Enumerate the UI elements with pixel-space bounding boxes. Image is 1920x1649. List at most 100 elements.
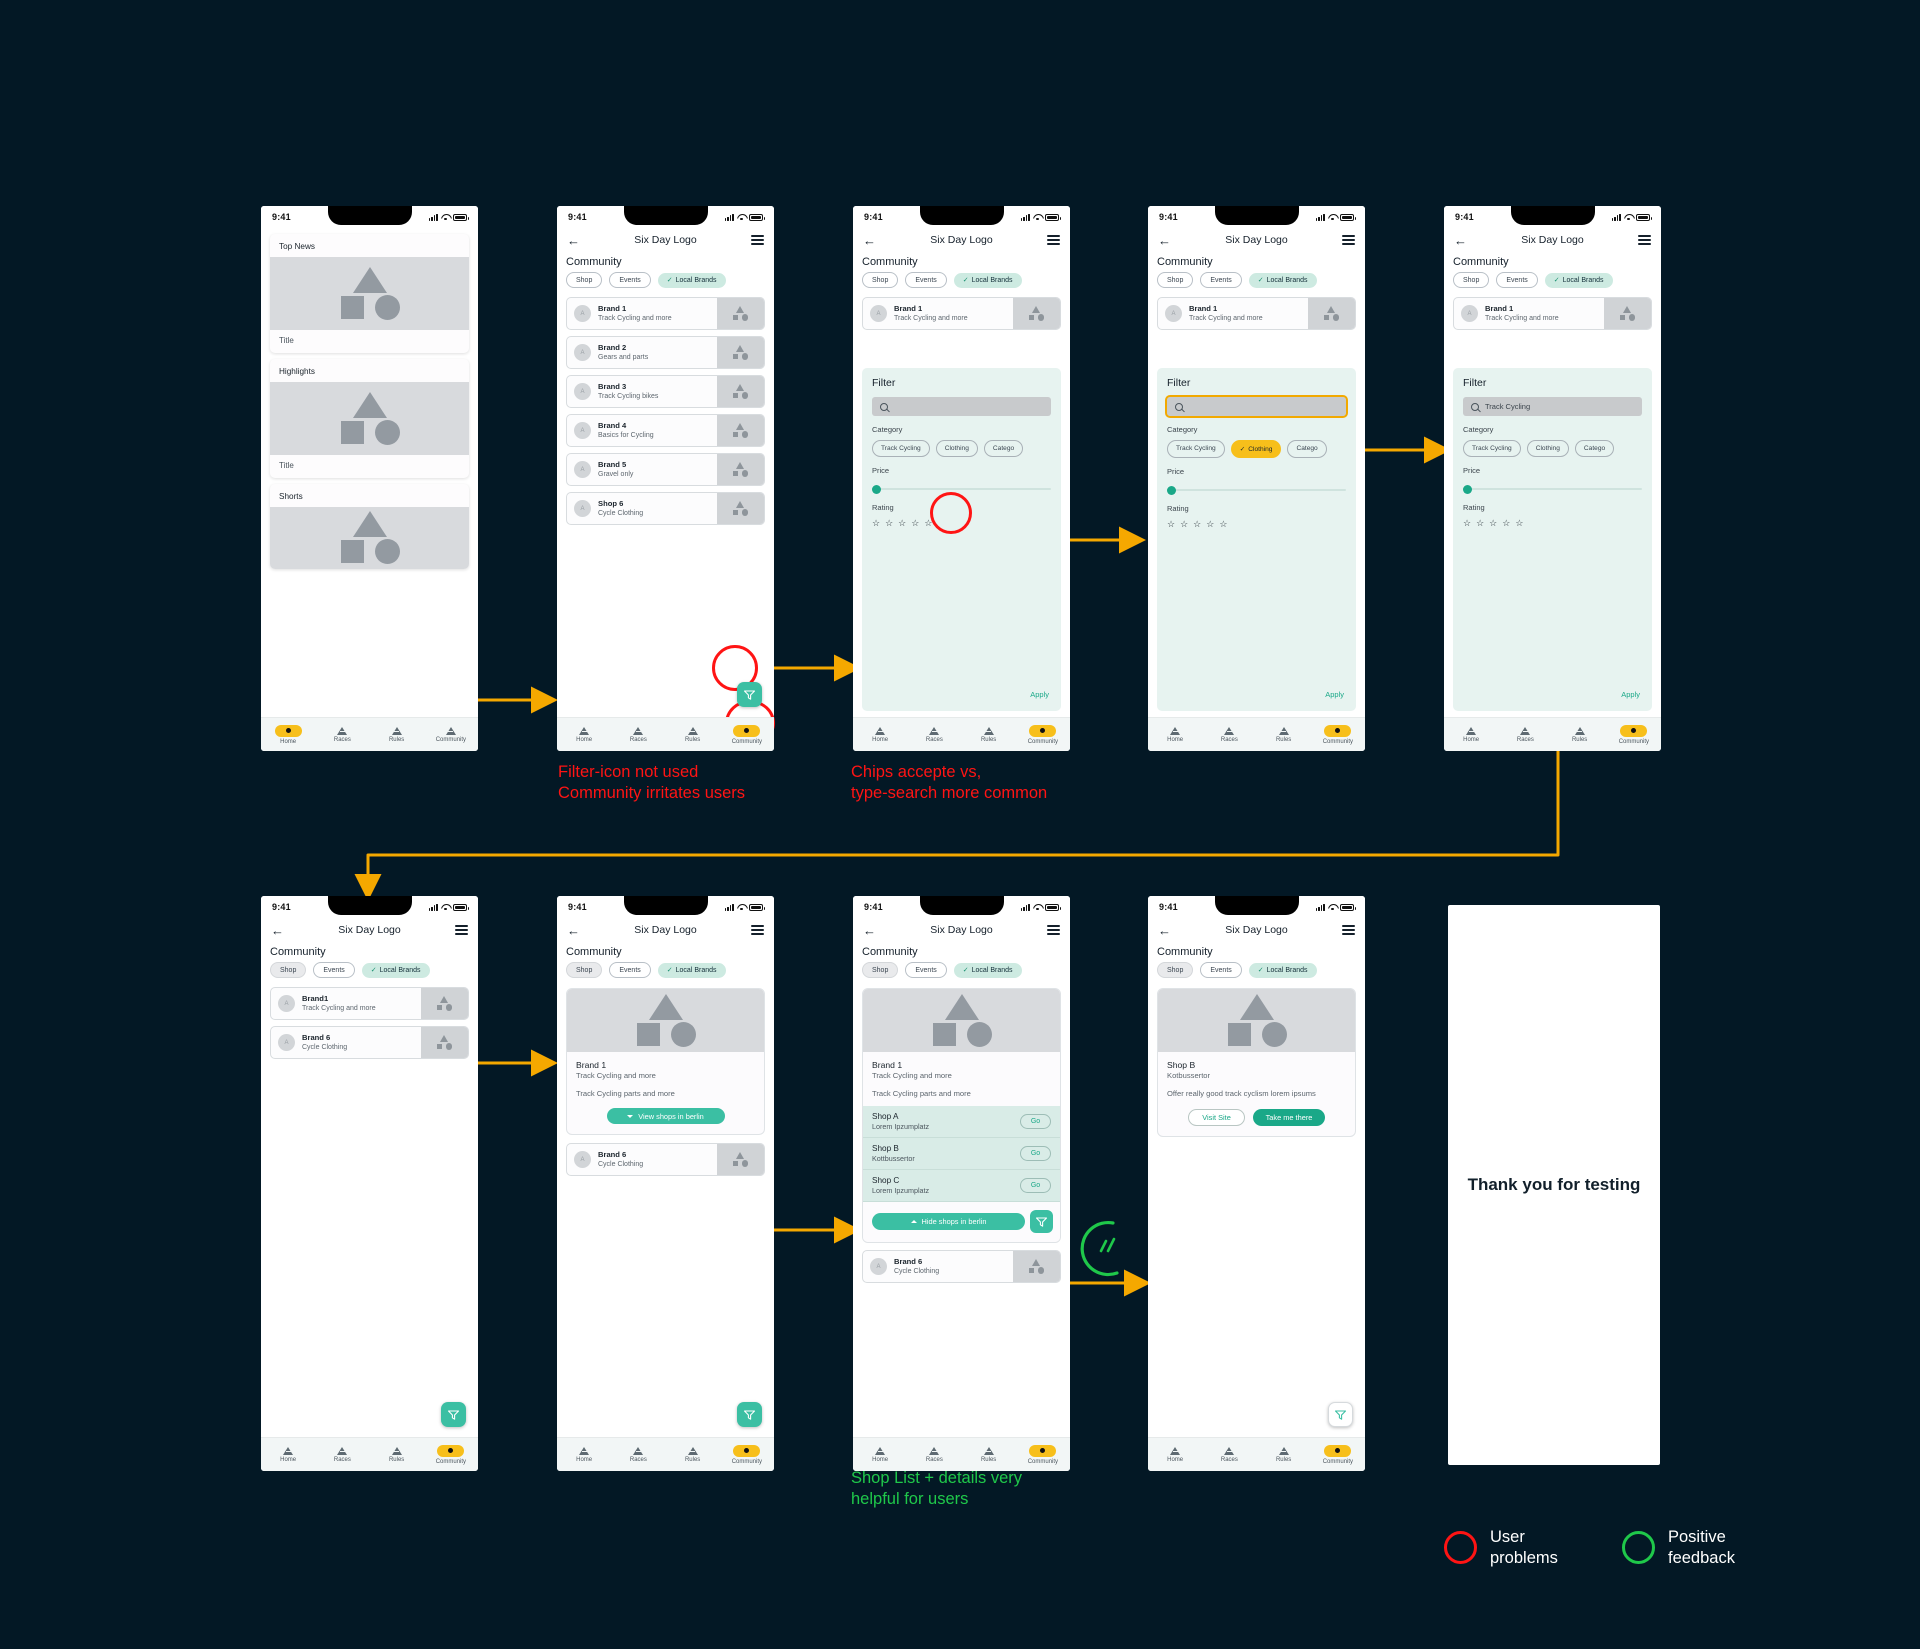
- tab-shop[interactable]: Shop: [1157, 962, 1194, 978]
- bottom-nav-item-rules[interactable]: Rules: [373, 1446, 421, 1463]
- tab-local-brands[interactable]: ✓ Local Brands: [1544, 272, 1613, 288]
- category-chip-clothing[interactable]: Clothing: [935, 440, 978, 457]
- tab-events[interactable]: Events: [1496, 272, 1538, 288]
- hamburger-icon[interactable]: [455, 925, 468, 935]
- filter-search-input[interactable]: [872, 397, 1051, 416]
- view-shops-button[interactable]: View shops in berlin: [606, 1108, 725, 1124]
- filter-search-input[interactable]: Track Cycling: [1463, 397, 1642, 416]
- tab-local-brands[interactable]: ✓ Local Brands: [1248, 962, 1317, 978]
- price-slider[interactable]: [1167, 485, 1346, 495]
- bottom-nav-item-home[interactable]: Home: [264, 724, 312, 745]
- back-arrow-icon[interactable]: ←: [1158, 924, 1171, 937]
- rating-stars[interactable]: ☆ ☆ ☆ ☆ ☆: [1463, 518, 1642, 529]
- bottom-nav-item-home[interactable]: Home: [1447, 726, 1495, 743]
- price-slider[interactable]: [1463, 484, 1642, 494]
- bottom-nav-item-rules[interactable]: Rules: [1260, 726, 1308, 743]
- back-arrow-icon[interactable]: ←: [1158, 234, 1171, 247]
- list-item[interactable]: A Brand 2 Gears and parts: [566, 336, 765, 369]
- tab-events[interactable]: Events: [609, 272, 651, 288]
- bottom-nav-item-races[interactable]: Races: [318, 1446, 366, 1463]
- bottom-nav-item-home[interactable]: Home: [856, 1446, 904, 1463]
- bottom-nav-item-races[interactable]: Races: [910, 1446, 958, 1463]
- back-arrow-icon[interactable]: ←: [1454, 234, 1467, 247]
- star-icon[interactable]: ☆: [1476, 518, 1484, 529]
- category-chip-clothing[interactable]: ✓ Clothing: [1230, 440, 1282, 458]
- tab-events[interactable]: Events: [609, 962, 651, 978]
- tab-events[interactable]: Events: [905, 272, 947, 288]
- category-chip-track-cycling[interactable]: Track Cycling: [872, 440, 930, 457]
- bottom-nav-item-rules[interactable]: Rules: [965, 726, 1013, 743]
- bottom-nav-item-races[interactable]: Races: [1205, 726, 1253, 743]
- filter-fab[interactable]: [441, 1402, 466, 1427]
- filter-fab[interactable]: [737, 1402, 762, 1427]
- star-icon[interactable]: ☆: [898, 518, 906, 529]
- star-icon[interactable]: ☆: [885, 518, 893, 529]
- list-item[interactable]: A Brand 1 Track Cycling and more: [1157, 297, 1356, 330]
- bottom-nav-item-home[interactable]: Home: [1151, 1446, 1199, 1463]
- bottom-nav-item-community[interactable]: Community: [427, 726, 475, 743]
- category-chip-track-cycling[interactable]: Track Cycling: [1463, 440, 1521, 457]
- bottom-nav-item-community[interactable]: Community: [427, 1444, 475, 1465]
- shop-go-button[interactable]: Go: [1020, 1146, 1051, 1161]
- star-icon[interactable]: ☆: [924, 518, 932, 529]
- tab-shop[interactable]: Shop: [1157, 272, 1194, 288]
- tab-local-brands[interactable]: ✓ Local Brands: [953, 962, 1022, 978]
- star-icon[interactable]: ☆: [1502, 518, 1510, 529]
- back-arrow-icon[interactable]: ←: [863, 924, 876, 937]
- bottom-nav-item-home[interactable]: Home: [264, 1446, 312, 1463]
- bottom-nav-item-rules[interactable]: Rules: [373, 726, 421, 743]
- back-arrow-icon[interactable]: ←: [567, 924, 580, 937]
- feed-card[interactable]: Highlights Title: [270, 359, 469, 478]
- star-icon[interactable]: ☆: [1219, 519, 1227, 530]
- bottom-nav-item-home[interactable]: Home: [560, 726, 608, 743]
- filter-search-input[interactable]: [1165, 395, 1348, 418]
- list-item[interactable]: A Brand 4 Basics for Cycling: [566, 414, 765, 447]
- take-me-there-button[interactable]: Take me there: [1253, 1109, 1325, 1126]
- slider-knob[interactable]: [872, 484, 881, 494]
- tab-events[interactable]: Events: [1200, 962, 1242, 978]
- tab-local-brands[interactable]: ✓ Local Brands: [657, 272, 726, 288]
- back-arrow-icon[interactable]: ←: [567, 234, 580, 247]
- tab-local-brands[interactable]: ✓ Local Brands: [1248, 272, 1317, 288]
- bottom-nav-item-home[interactable]: Home: [856, 726, 904, 743]
- category-chip-more[interactable]: Catego: [1287, 440, 1327, 458]
- tab-events[interactable]: Events: [905, 962, 947, 978]
- star-icon[interactable]: ☆: [1167, 519, 1175, 530]
- bottom-nav-item-rules[interactable]: Rules: [669, 1446, 717, 1463]
- rating-stars[interactable]: ☆ ☆ ☆ ☆ ☆: [872, 518, 1051, 529]
- filter-fab[interactable]: [737, 682, 762, 707]
- hamburger-icon[interactable]: [1638, 235, 1651, 245]
- tab-shop[interactable]: Shop: [862, 272, 899, 288]
- bottom-nav-item-races[interactable]: Races: [614, 1446, 662, 1463]
- shop-go-button[interactable]: Go: [1020, 1178, 1051, 1193]
- star-icon[interactable]: ☆: [1193, 519, 1201, 530]
- bottom-nav-item-races[interactable]: Races: [614, 726, 662, 743]
- bottom-nav-item-rules[interactable]: Rules: [1556, 726, 1604, 743]
- bottom-nav-item-races[interactable]: Races: [318, 726, 366, 743]
- star-icon[interactable]: ☆: [1463, 518, 1471, 529]
- hamburger-icon[interactable]: [751, 235, 764, 245]
- price-slider[interactable]: [872, 484, 1051, 494]
- slider-knob[interactable]: [1167, 485, 1176, 495]
- shop-row[interactable]: Shop A Lorem Ipzumplatz Go: [863, 1106, 1060, 1138]
- category-chip-more[interactable]: Catego: [983, 440, 1024, 457]
- star-icon[interactable]: ☆: [872, 518, 880, 529]
- bottom-nav-item-rules[interactable]: Rules: [965, 1446, 1013, 1463]
- bottom-nav-item-home[interactable]: Home: [560, 1446, 608, 1463]
- star-icon[interactable]: ☆: [1180, 519, 1188, 530]
- tab-shop[interactable]: Shop: [270, 962, 307, 978]
- list-item[interactable]: A Brand 3 Track Cycling bikes: [566, 375, 765, 408]
- list-item[interactable]: A Shop 6 Cycle Clothing: [566, 492, 765, 525]
- hamburger-icon[interactable]: [1047, 925, 1060, 935]
- list-item[interactable]: A Brand 6 Cycle Clothing: [270, 1026, 469, 1059]
- bottom-nav-item-home[interactable]: Home: [1151, 726, 1199, 743]
- hamburger-icon[interactable]: [1047, 235, 1060, 245]
- tab-local-brands[interactable]: ✓ Local Brands: [953, 272, 1022, 288]
- bottom-nav-item-races[interactable]: Races: [1205, 1446, 1253, 1463]
- hamburger-icon[interactable]: [1342, 235, 1355, 245]
- list-item[interactable]: A Brand 6 Cycle Clothing: [862, 1250, 1061, 1283]
- star-icon[interactable]: ☆: [1489, 518, 1497, 529]
- tab-local-brands[interactable]: ✓ Local Brands: [657, 962, 726, 978]
- bottom-nav-item-races[interactable]: Races: [910, 726, 958, 743]
- bottom-nav-item-community[interactable]: Community: [1019, 1444, 1067, 1465]
